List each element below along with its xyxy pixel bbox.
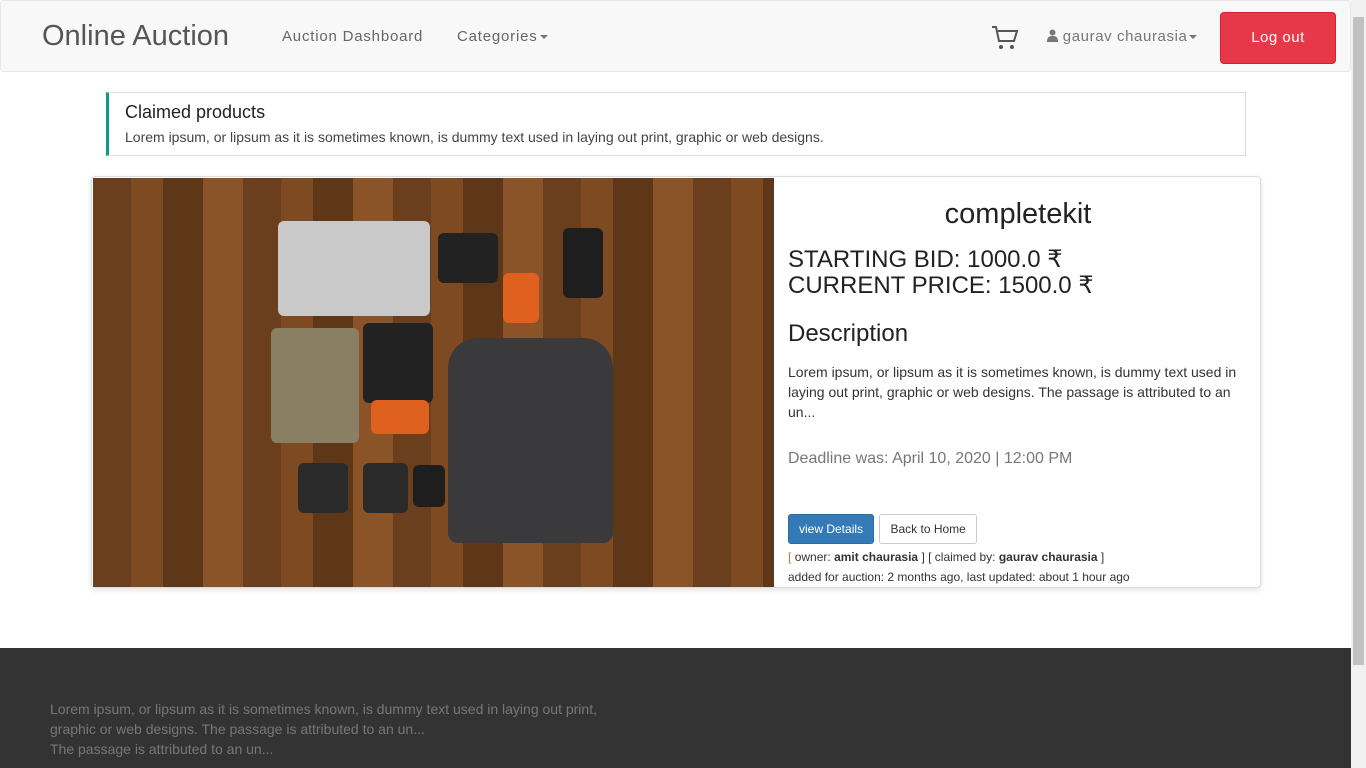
scrollbar-thumb[interactable] (1353, 17, 1364, 665)
user-name: gaurav chaurasia (1062, 28, 1188, 45)
product-meta: [ owner: amit chaurasia ] [ claimed by: … (788, 547, 1130, 587)
product-name: completekit (944, 198, 1092, 230)
product-image (93, 178, 774, 587)
owner-name: amit chaurasia (834, 550, 919, 564)
footer: Lorem ipsum, or lipsum as it is sometime… (0, 648, 1351, 768)
product-info: completekit STARTING BID: 1000.0 ₹ CURRE… (788, 177, 1248, 584)
description-heading: Description (788, 320, 909, 347)
timestamps: added for auction: 2 months ago, last up… (788, 570, 1130, 584)
shopping-cart-icon[interactable] (991, 25, 1019, 56)
categories-label: Categories (457, 28, 538, 45)
scrollbar[interactable] (1351, 0, 1366, 768)
owner-line: [ owner: amit chaurasia ] [ claimed by: … (788, 550, 1105, 564)
claimed-products-callout: Claimed products Lorem ipsum, or lipsum … (106, 92, 1246, 156)
callout-text: Lorem ipsum, or lipsum as it is sometime… (125, 129, 824, 145)
nav-auction-dashboard[interactable]: Auction Dashboard (282, 28, 423, 45)
starting-bid: STARTING BID: 1000.0 ₹ (788, 246, 1063, 273)
callout-title: Claimed products (125, 102, 266, 122)
brand-logo[interactable]: Online Auction (42, 20, 229, 53)
caret-down-icon (1189, 35, 1198, 40)
product-card: completekit STARTING BID: 1000.0 ₹ CURRE… (91, 176, 1261, 588)
logout-button[interactable]: Log out (1220, 12, 1336, 64)
navbar: Online Auction Auction Dashboard Categor… (0, 0, 1351, 72)
current-price: CURRENT PRICE: 1500.0 ₹ (788, 272, 1094, 299)
back-to-home-button[interactable]: Back to Home (879, 514, 977, 544)
footer-text: Lorem ipsum, or lipsum as it is sometime… (50, 701, 597, 757)
nav-categories-dropdown[interactable]: Categories (457, 28, 548, 45)
user-menu-dropdown[interactable]: gaurav chaurasia (1047, 28, 1198, 45)
deadline: Deadline was: April 10, 2020 | 12:00 PM (788, 450, 1073, 467)
user-icon (1047, 29, 1058, 42)
view-details-button[interactable]: view Details (788, 514, 875, 544)
caret-down-icon (539, 35, 548, 40)
claimed-by-name: gaurav chaurasia (998, 550, 1098, 564)
description-text: Lorem ipsum, or lipsum as it is sometime… (788, 364, 1237, 420)
